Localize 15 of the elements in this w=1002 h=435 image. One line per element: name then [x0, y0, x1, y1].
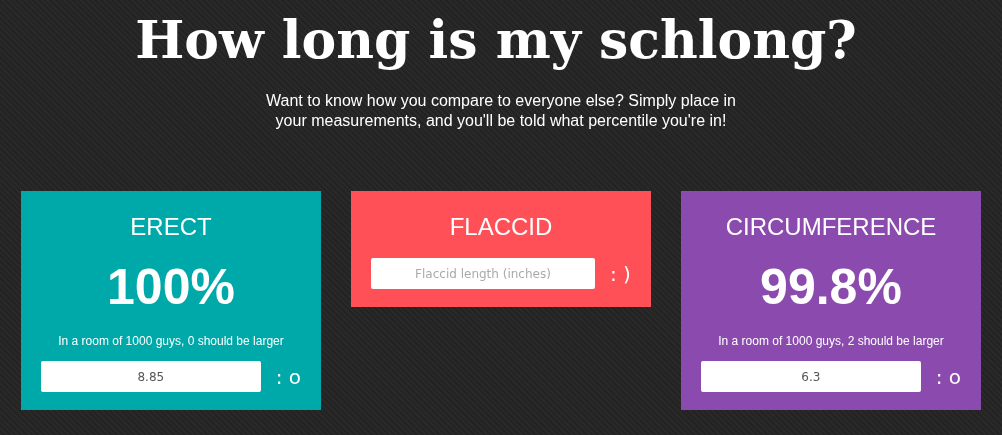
result-note: In a room of 1000 guys, 2 should be larger	[718, 333, 944, 349]
result-note: In a room of 1000 guys, 0 should be larger	[58, 333, 284, 349]
card-title: ERECT	[130, 213, 212, 241]
card-title: CIRCUMFERENCE	[725, 213, 937, 241]
intro-text: Want to know how you compare to everyone else? Simply place in your measurements, and you'll be told what percentile you're in!	[265, 91, 737, 131]
measurement-field[interactable]: 8.85	[41, 361, 261, 392]
percentile-result: 99.8%	[760, 258, 902, 317]
card-title: FLACCID	[449, 213, 553, 241]
emoticon: : o	[275, 364, 301, 389]
page-title: How long is my schlong?	[135, 8, 857, 72]
emoticon: : o	[935, 364, 961, 389]
measurement-field[interactable]: 6.3	[701, 361, 921, 392]
percentile-result: 100%	[107, 258, 235, 317]
measurement-field[interactable]: Flaccid length (inches)	[371, 258, 595, 289]
emoticon: : )	[610, 261, 631, 286]
